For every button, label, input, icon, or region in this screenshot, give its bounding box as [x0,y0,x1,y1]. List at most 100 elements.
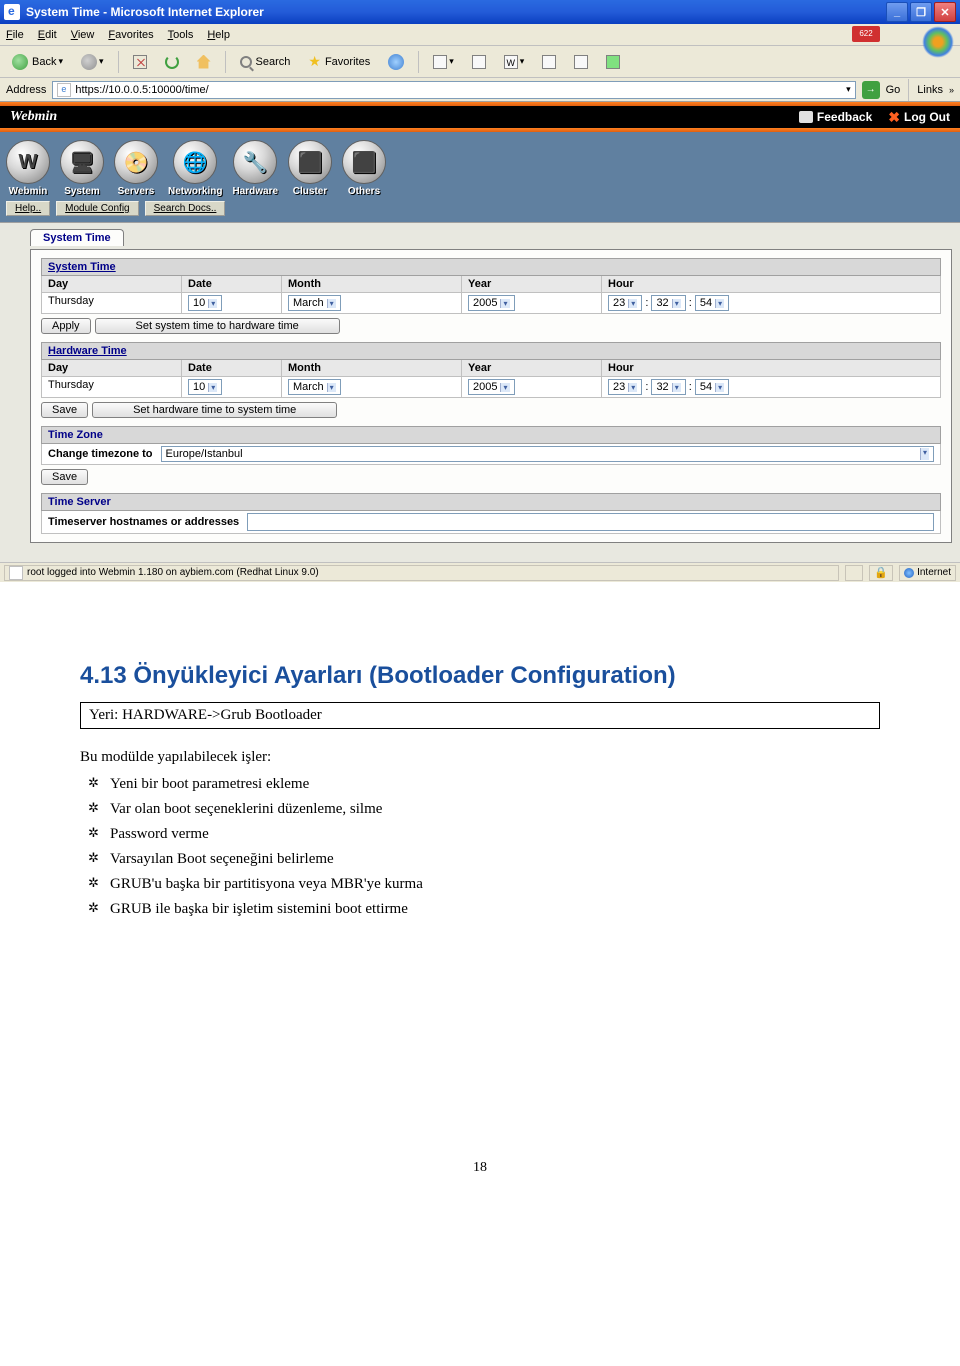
hour-select[interactable]: 23▾ [608,295,642,311]
print-button[interactable] [466,52,492,72]
separator [418,51,419,73]
forward-button[interactable]: ▾ [75,51,110,73]
window-title: System Time - Microsoft Internet Explore… [26,5,886,19]
module-config-link[interactable]: Module Config [56,201,138,216]
col-hour: Hour [602,276,940,292]
chevron-down-icon: ▾ [715,299,724,308]
save-timezone-button[interactable]: Save [41,469,88,485]
nav-system[interactable]: 🖥System [60,140,104,197]
research-button[interactable] [568,52,594,72]
minimize-button[interactable]: _ [886,2,908,22]
chevron-down-icon: ▾ [58,56,63,67]
menu-tools[interactable]: Tools [168,29,194,41]
timeserver-row: Timeserver hostnames or addresses [41,511,941,534]
word-icon: W [504,55,518,69]
minute-select[interactable]: 32▾ [651,379,685,395]
go-label[interactable]: Go [886,84,901,96]
search-docs-link[interactable]: Search Docs.. [145,201,226,216]
list-item: Varsayılan Boot seçeneğini belirleme [110,849,880,870]
go-button[interactable]: → [862,81,880,99]
feedback-link[interactable]: Feedback [799,110,872,124]
nav-others[interactable]: ⬛Others [342,140,386,197]
timezone-label: Change timezone to [48,448,153,460]
messenger-button[interactable] [600,52,626,72]
links-chevron[interactable]: » [949,85,954,95]
second-select[interactable]: 54▾ [695,295,729,311]
media-button[interactable] [382,51,410,73]
discuss-button[interactable] [536,52,562,72]
tab-system-time[interactable]: System Time [30,229,124,246]
webmin-icon: W [6,140,50,184]
nav-cluster[interactable]: ⬛Cluster [288,140,332,197]
chevron-down-icon: ▾ [327,383,336,392]
nav-servers[interactable]: 📀 Servers [114,140,158,197]
year-select[interactable]: 2005▾ [468,295,515,311]
servers-icon: 📀 [114,140,158,184]
nav-webmin[interactable]: WWebmin [6,140,50,197]
toolbar: Back ▾ ▾ Search ★ Favorites ▾ W▾ [0,46,960,78]
system-time-header[interactable]: System Time [41,258,941,276]
back-button[interactable]: Back ▾ [6,51,69,73]
statusbar: root logged into Webmin 1.180 on aybiem.… [0,562,960,582]
nav-hardware[interactable]: 🔧Hardware [232,140,278,197]
col-month: Month [282,360,462,376]
date-select[interactable]: 10▾ [188,295,222,311]
system-time-col-headers: Day Date Month Year Hour [41,276,941,293]
maximize-button[interactable]: ❐ [910,2,932,22]
address-input[interactable]: https://10.0.0.5:10000/time/ ▾ [52,81,855,99]
sync-system-button[interactable]: Set system time to hardware time [95,318,340,334]
stop-button[interactable] [127,52,153,72]
mail-icon [433,55,447,69]
back-icon [12,54,28,70]
month-select[interactable]: March▾ [288,295,341,311]
date-select[interactable]: 10▾ [188,379,222,395]
status-main: root logged into Webmin 1.180 on aybiem.… [4,565,839,581]
col-year: Year [462,360,602,376]
links-label[interactable]: Links [917,84,943,96]
help-link[interactable]: Help.. [6,201,50,216]
save-button[interactable]: Save [41,402,88,418]
list-item: Var olan boot seçeneklerini düzenleme, s… [110,799,880,820]
timezone-select[interactable]: Europe/Istanbul ▾ [161,446,934,462]
second-select[interactable]: 54▾ [695,379,729,395]
home-button[interactable] [191,52,217,72]
chevron-down-icon[interactable]: ▾ [846,84,851,95]
col-year: Year [462,276,602,292]
timeserver-input[interactable] [247,513,934,531]
refresh-button[interactable] [159,52,185,72]
nav-label: Servers [114,186,158,197]
menu-help[interactable]: Help [207,29,230,41]
list-item: GRUB'u başka bir partitisyona veya MBR'y… [110,874,880,895]
content-area: System Time System Time Day Date Month Y… [0,222,960,562]
mail-button[interactable]: ▾ [427,52,460,72]
apply-button[interactable]: Apply [41,318,91,334]
address-bar: Address https://10.0.0.5:10000/time/ ▾ →… [0,78,960,102]
separator [225,51,226,73]
lock-icon: 🔒 [874,566,888,579]
location-box: Yeri: HARDWARE->Grub Bootloader [80,702,880,729]
year-select[interactable]: 2005▾ [468,379,515,395]
hardware-time-header[interactable]: Hardware Time [41,342,941,360]
chevron-down-icon: ▾ [672,383,681,392]
menu-edit[interactable]: Edit [38,29,57,41]
print-icon [472,55,486,69]
nav-networking[interactable]: 🌐Networking [168,140,222,197]
menu-file[interactable]: File [6,29,24,41]
page-number: 18 [80,1160,880,1176]
month-select[interactable]: March▾ [288,379,341,395]
sync-hardware-button[interactable]: Set hardware time to system time [92,402,337,418]
close-button[interactable]: ✕ [934,2,956,22]
day-value: Thursday [42,293,182,313]
edit-button[interactable]: W▾ [498,52,531,72]
favorites-button[interactable]: ★ Favorites [302,50,376,73]
menu-favorites[interactable]: Favorites [108,29,153,41]
hour-select[interactable]: 23▾ [608,379,642,395]
status-seg [845,565,863,581]
minute-select[interactable]: 32▾ [651,295,685,311]
logout-link[interactable]: ✖ Log Out [888,109,950,126]
zone-label: Internet [917,567,951,578]
menu-view[interactable]: View [71,29,95,41]
col-hour: Hour [602,360,940,376]
doc-list: Yeni bir boot parametresi ekleme Var ola… [80,774,880,920]
search-button[interactable]: Search [234,53,297,71]
